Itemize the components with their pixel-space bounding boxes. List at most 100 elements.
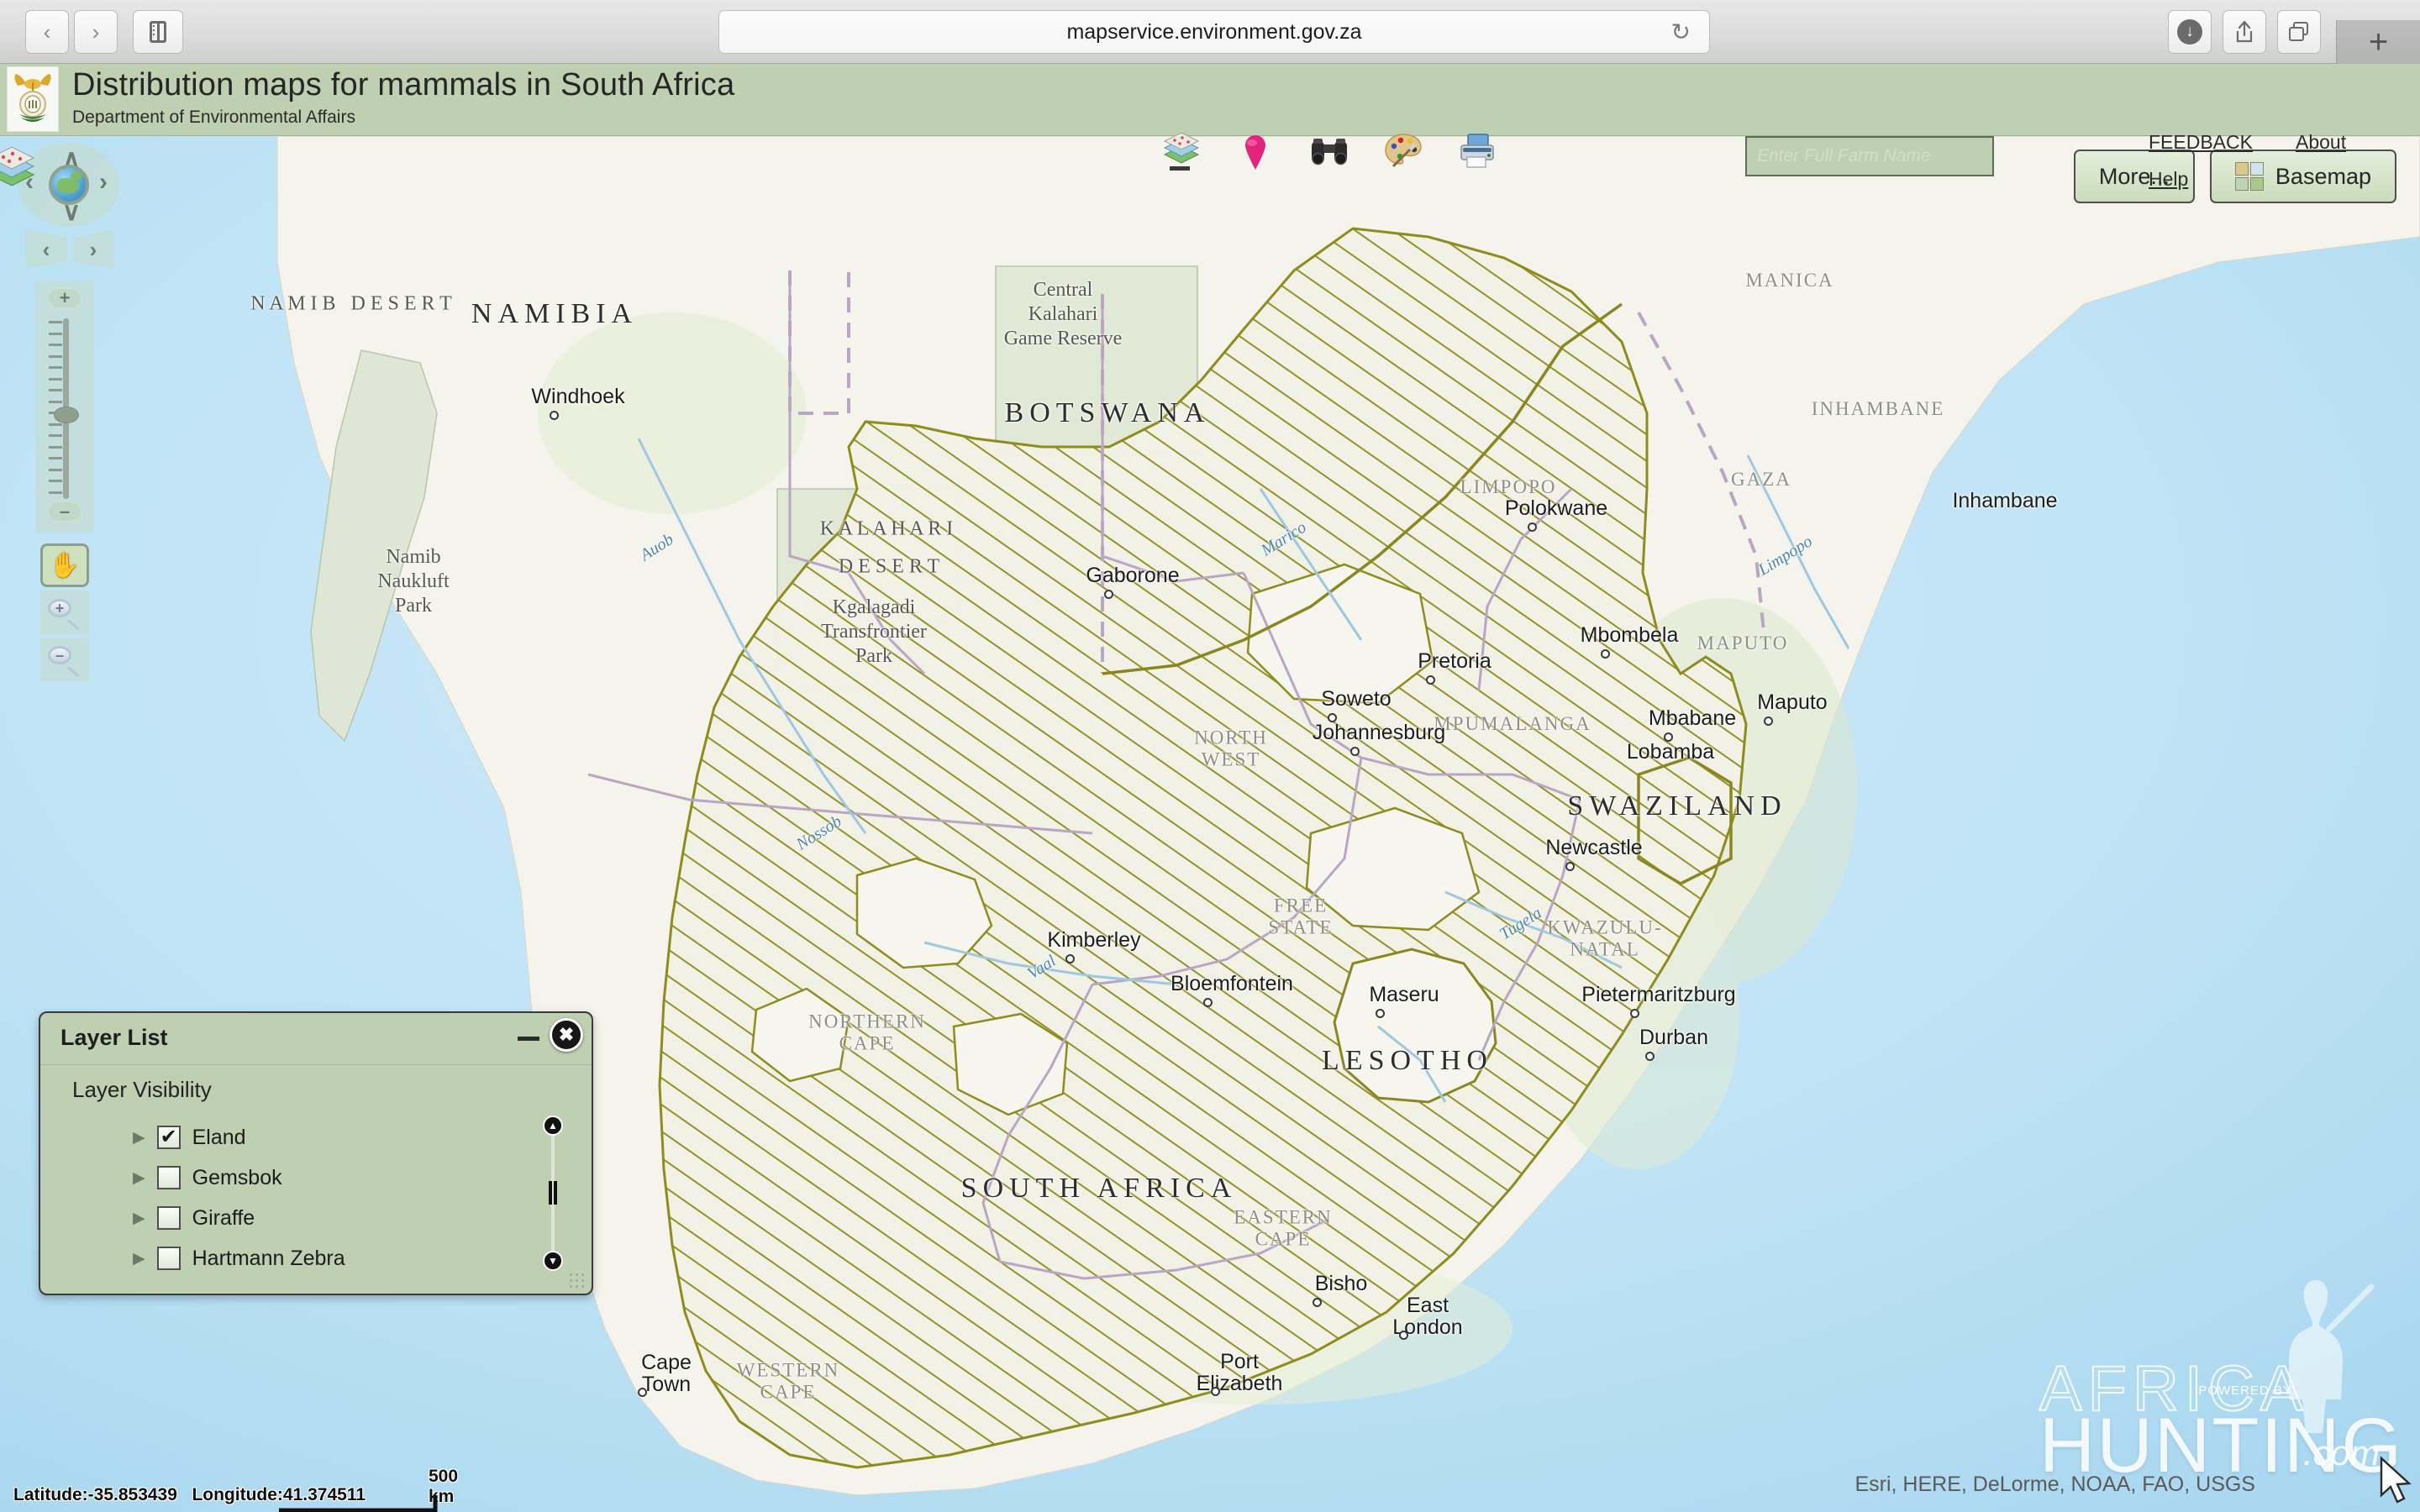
- map-label-physical: K A L A H A R I: [819, 517, 954, 540]
- downloads-button[interactable]: ↓: [2168, 10, 2212, 54]
- zoom-slider[interactable]: + –: [35, 281, 94, 533]
- zoom-tick: [49, 354, 62, 358]
- map-label-province: INHAMBANE: [1811, 397, 1945, 419]
- city-marker-dot: [1203, 998, 1213, 1007]
- layers-icon-glyph: [1163, 132, 1200, 171]
- map-label-river: Vaal: [1023, 951, 1060, 984]
- sidebar-icon: [150, 21, 166, 43]
- map-label-city: Pretoria: [1418, 648, 1491, 673]
- mouse-cursor-icon: [2380, 1456, 2412, 1504]
- palette-icon[interactable]: [1381, 129, 1425, 173]
- scroll-down-button[interactable]: ▼: [543, 1251, 563, 1271]
- city-marker-dot: [1313, 1298, 1322, 1307]
- zoom-out-button[interactable]: –: [47, 501, 82, 522]
- scrollbar-thumb[interactable]: [549, 1181, 557, 1205]
- layer-list-panel[interactable]: Layer List ✖ Layer Visibility ▶ ✔ Eland ▶ Ge…: [39, 1011, 593, 1295]
- zoom-in-button[interactable]: +: [47, 287, 82, 309]
- zoom-tick: [49, 434, 62, 437]
- close-button[interactable]: ✖: [550, 1018, 583, 1052]
- zoom-tick: [49, 468, 62, 471]
- previous-extent-icon: ‹: [42, 236, 50, 262]
- search-input[interactable]: [1745, 136, 1994, 176]
- header-toolbar: [1160, 129, 1499, 173]
- minimize-button[interactable]: [518, 1037, 539, 1041]
- page-title: Distribution maps for mammals in South A…: [72, 67, 735, 102]
- forward-button[interactable]: ›: [74, 10, 118, 54]
- share-icon: [2236, 20, 2253, 43]
- layer-label: Hartmann Zebra: [192, 1246, 345, 1270]
- map-labels-layer: NAMIBIA BOTSWANA SOUTH AFRICA LESOTHO SWAZIL…: [0, 136, 2420, 1512]
- zoom-out-tool-button[interactable]: –: [40, 638, 89, 681]
- expand-icon[interactable]: ▶: [133, 1128, 145, 1147]
- zoom-slider-thumb[interactable]: [54, 407, 79, 423]
- map-label-country: NAMIBIA: [471, 298, 639, 329]
- map-top-right-buttons: More... Basemap: [2073, 150, 2396, 203]
- layer-item-eland[interactable]: ▶ ✔ Eland: [133, 1117, 345, 1158]
- page-subtitle: Department of Environmental Affairs: [72, 108, 355, 127]
- next-extent-button[interactable]: ›: [72, 230, 114, 269]
- help-link[interactable]: Help: [2149, 168, 2188, 191]
- zoom-in-tool-button[interactable]: +: [40, 591, 89, 634]
- pan-right-button[interactable]: ›: [99, 170, 108, 195]
- new-tab-button[interactable]: +: [2336, 20, 2420, 64]
- feedback-link[interactable]: FEEDBACK: [2149, 131, 2253, 154]
- basemap-button[interactable]: Basemap: [2209, 150, 2396, 203]
- layer-checkbox[interactable]: ✔: [156, 1126, 181, 1149]
- city-marker-dot: [1528, 522, 1537, 532]
- magnifier-minus-icon: –: [48, 646, 82, 677]
- show-tabs-button[interactable]: [2277, 10, 2321, 54]
- map-label-physical: N A M I B D E S E R T: [250, 292, 452, 315]
- expand-icon[interactable]: ▶: [133, 1249, 145, 1268]
- map-label-province: EASTERN CAPE: [1234, 1206, 1333, 1250]
- map-label-province: LIMPOPO: [1460, 475, 1557, 497]
- binoculars-icon[interactable]: [1307, 129, 1351, 173]
- layers-icon[interactable]: [1160, 129, 1203, 173]
- map-tool-buttons: ✋ + –: [35, 543, 94, 685]
- reload-icon[interactable]: ↻: [1671, 18, 1691, 46]
- map-pin-icon[interactable]: [1234, 129, 1277, 173]
- layer-checkbox[interactable]: [156, 1247, 181, 1270]
- map-label-city: Maseru: [1369, 982, 1439, 1006]
- magnifier-minus-handle: [66, 666, 80, 677]
- map-label-physical: Namib Naukluft Park: [377, 545, 450, 617]
- city-marker-dot: [1664, 732, 1673, 742]
- layer-item-hartmann-zebra[interactable]: ▶ Hartmann Zebra: [133, 1238, 345, 1278]
- layer-list-scrollbar[interactable]: ▲ ▼: [543, 1116, 563, 1271]
- back-button[interactable]: ‹: [25, 10, 69, 54]
- printer-icon-glyph: [1460, 134, 1494, 168]
- city-marker-dot: [638, 1388, 647, 1397]
- zoom-tick: [49, 400, 62, 403]
- layer-item-giraffe[interactable]: ▶ Giraffe: [133, 1198, 345, 1238]
- layer-checkbox[interactable]: [156, 1166, 181, 1189]
- scroll-up-icon: ▲: [548, 1120, 558, 1131]
- layer-list-icon-glyph: [0, 146, 35, 186]
- sidebar-toggle-button[interactable]: [133, 10, 183, 54]
- share-button[interactable]: [2223, 10, 2266, 54]
- previous-extent-button[interactable]: ‹: [25, 230, 67, 269]
- city-marker-dot: [1399, 1331, 1408, 1340]
- scroll-up-button[interactable]: ▲: [543, 1116, 563, 1136]
- map-canvas[interactable]: NAMIBIA BOTSWANA SOUTH AFRICA LESOTHO SWAZIL…: [0, 136, 2420, 1512]
- zoom-tick: [49, 389, 62, 391]
- layer-item-gemsbok[interactable]: ▶ Gemsbok: [133, 1158, 345, 1198]
- full-extent-globe-button[interactable]: [49, 165, 89, 205]
- printer-icon[interactable]: [1455, 129, 1499, 173]
- map-label-province: MANICA: [1745, 269, 1834, 291]
- pan-tool-button[interactable]: ✋: [40, 543, 89, 587]
- map-label-city: Kimberley: [1047, 927, 1141, 952]
- tabs-icon: [2289, 22, 2308, 41]
- about-link[interactable]: About: [2296, 131, 2346, 154]
- city-marker-dot: [1426, 675, 1435, 685]
- expand-icon[interactable]: ▶: [133, 1209, 145, 1228]
- layer-list-panel-icon: [0, 144, 39, 193]
- map-label-river: Nossob: [792, 811, 845, 854]
- address-bar[interactable]: mapservice.environment.gov.za ↻: [718, 10, 1710, 54]
- layer-items-list: ▶ ✔ Eland ▶ Gemsbok ▶ Giraffe ▶ Hartmann Zebra: [133, 1117, 345, 1278]
- map-label-city: Bisho: [1314, 1271, 1368, 1295]
- panel-resize-handle[interactable]: [568, 1272, 587, 1290]
- layer-checkbox[interactable]: [156, 1206, 181, 1230]
- zoom-tick: [49, 423, 62, 426]
- expand-icon[interactable]: ▶: [133, 1168, 145, 1188]
- map-label-river: Tugela: [1496, 903, 1545, 944]
- map-label-city: Pietermaritzburg: [1581, 982, 1736, 1006]
